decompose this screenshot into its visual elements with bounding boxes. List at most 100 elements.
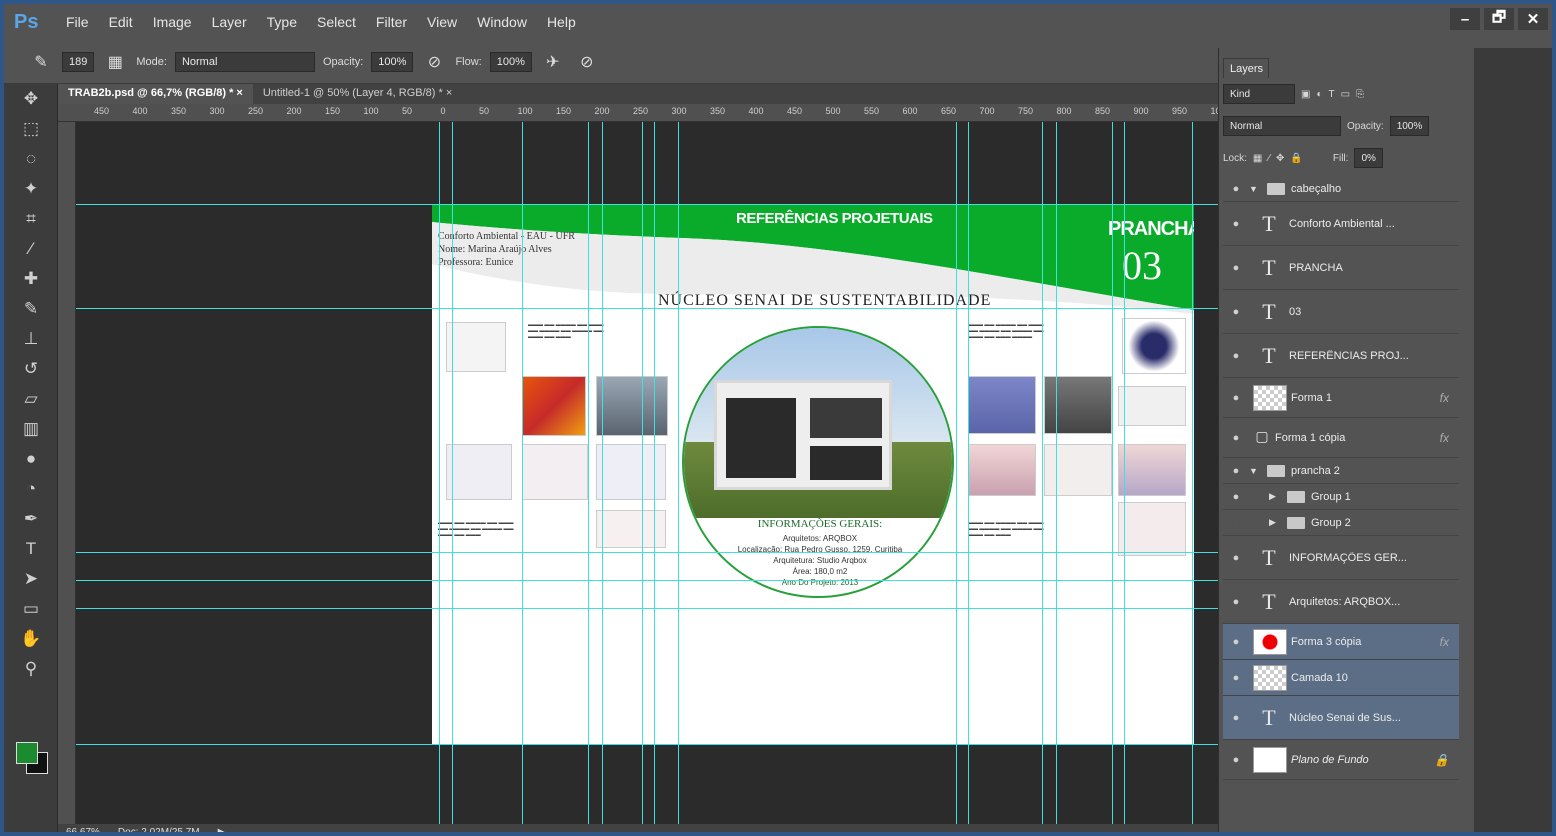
guide-line[interactable] [76, 552, 1218, 553]
menu-select[interactable]: Select [307, 14, 366, 30]
lasso-tool-icon[interactable]: ◌ [4, 144, 58, 174]
visibility-eye-icon[interactable]: ● [1223, 672, 1249, 684]
visibility-eye-icon[interactable]: ● [1223, 306, 1249, 318]
brush-size-picker[interactable]: 189 [62, 51, 95, 72]
layer-row[interactable]: ● T REFERÊNCIAS PROJ... [1223, 334, 1459, 378]
tab-trab2b[interactable]: TRAB2b.psd @ 66,7% (RGB/8) * × [58, 84, 253, 104]
menu-edit[interactable]: Edit [99, 14, 143, 30]
menu-image[interactable]: Image [143, 14, 202, 30]
fx-icon[interactable]: fx [1440, 635, 1449, 649]
guide-line[interactable] [1056, 122, 1057, 824]
shape-tool-icon[interactable]: ▭ [4, 594, 58, 624]
layer-row[interactable]: ● T Núcleo Senai de Sus... [1223, 696, 1459, 740]
healing-tool-icon[interactable]: ✚ [4, 264, 58, 294]
dodge-tool-icon[interactable]: ◔ [4, 474, 58, 504]
eyedropper-tool-icon[interactable]: ⁄ [4, 234, 58, 264]
pen-tool-icon[interactable]: ✒ [4, 504, 58, 534]
collapse-arrow-icon[interactable]: ▶ [1269, 491, 1281, 502]
guide-line[interactable] [654, 122, 655, 824]
layer-row[interactable]: ● T Conforto Ambiental ... [1223, 202, 1459, 246]
blur-tool-icon[interactable]: ● [4, 444, 58, 474]
lock-pixels-icon[interactable]: ▦ [1253, 153, 1262, 164]
guide-line[interactable] [452, 122, 453, 824]
guide-line[interactable] [76, 608, 1218, 609]
layer-row[interactable]: ● ▼ prancha 2 [1223, 458, 1459, 484]
layer-row[interactable]: ● Plano de Fundo 🔒 [1223, 740, 1459, 780]
layer-row[interactable]: □ ▶ Group 2 [1223, 510, 1459, 536]
guide-line[interactable] [678, 122, 679, 824]
layer-row[interactable]: ● ▼ cabeçalho [1223, 176, 1459, 202]
visibility-eye-icon[interactable]: ● [1223, 596, 1249, 608]
blend-mode-select[interactable]: Normal [1223, 116, 1341, 136]
filter-pixel-icon[interactable]: ▣ [1301, 89, 1310, 100]
guide-line[interactable] [1042, 122, 1043, 824]
foreground-color-swatch[interactable] [16, 742, 38, 764]
visibility-eye-icon[interactable]: ● [1223, 262, 1249, 274]
opacity-field[interactable]: 100% [371, 51, 414, 72]
layer-row[interactable]: ● ▢ Forma 1 cópia fx [1223, 418, 1459, 458]
fx-icon[interactable]: fx [1440, 431, 1449, 445]
visibility-eye-icon[interactable]: ● [1223, 636, 1249, 648]
tab-layers[interactable]: Layers [1223, 58, 1269, 78]
quick-select-tool-icon[interactable]: ✦ [4, 174, 58, 204]
visibility-eye-icon[interactable]: ● [1223, 754, 1249, 766]
move-tool-icon[interactable]: ✥ [4, 84, 58, 114]
layer-opacity-field[interactable]: 100% [1389, 116, 1430, 136]
menu-layer[interactable]: Layer [202, 14, 257, 30]
visibility-eye-icon[interactable]: ● [1223, 712, 1249, 724]
brush-tool-preset-icon[interactable]: ✎ [28, 49, 54, 75]
vertical-ruler[interactable] [58, 122, 76, 824]
guide-line[interactable] [642, 122, 643, 824]
zoom-tool-icon[interactable]: ⚲ [4, 654, 58, 684]
menu-filter[interactable]: Filter [366, 14, 417, 30]
mode-select[interactable]: Normal [174, 51, 315, 72]
layer-row[interactable]: ● T Arquitetos: ARQBOX... [1223, 580, 1459, 624]
zoom-level[interactable]: 66,67% [66, 827, 100, 833]
fill-field[interactable]: 0% [1354, 148, 1383, 168]
canvas-area[interactable]: REFERÊNCIAS PROJETUAIS PRANCHA 03 Confor… [76, 122, 1218, 824]
visibility-eye-icon[interactable]: ● [1223, 183, 1249, 195]
marquee-tool-icon[interactable]: ⬚ [4, 114, 58, 144]
document-page[interactable]: REFERÊNCIAS PROJETUAIS PRANCHA 03 Confor… [432, 204, 1194, 744]
tab-untitled-1[interactable]: Untitled-1 @ 50% (Layer 4, RGB/8) * × [253, 84, 462, 104]
type-tool-icon[interactable]: T [4, 534, 58, 564]
visibility-off-icon[interactable]: □ [1223, 517, 1249, 529]
layer-row[interactable]: ● Camada 10 [1223, 660, 1459, 696]
guide-line[interactable] [522, 122, 523, 824]
guide-line[interactable] [588, 122, 589, 824]
visibility-eye-icon[interactable]: ● [1223, 350, 1249, 362]
menu-window[interactable]: Window [467, 14, 537, 30]
close-button[interactable]: ✕ [1518, 8, 1548, 30]
lock-position-icon[interactable]: ✥ [1276, 153, 1284, 164]
flow-field[interactable]: 100% [489, 51, 532, 72]
kind-filter-select[interactable]: Kind [1223, 84, 1295, 104]
layer-row[interactable]: ● ▶ Group 1 [1223, 484, 1459, 510]
history-brush-icon[interactable]: ↺ [4, 354, 58, 384]
filter-adjust-icon[interactable]: ◐ [1316, 89, 1322, 100]
filter-smart-icon[interactable]: ⎘ [1356, 89, 1364, 100]
guide-line[interactable] [1124, 122, 1125, 824]
restore-button[interactable]: 🗗 [1484, 8, 1514, 30]
fx-icon[interactable]: fx [1440, 391, 1449, 405]
visibility-eye-icon[interactable]: ● [1223, 491, 1249, 503]
visibility-eye-icon[interactable]: ● [1223, 432, 1249, 444]
gradient-tool-icon[interactable]: ▥ [4, 414, 58, 444]
expand-arrow-icon[interactable]: ▼ [1249, 184, 1261, 194]
crop-tool-icon[interactable]: ⌗ [4, 204, 58, 234]
layer-row[interactable]: ● Forma 3 cópia fx [1223, 624, 1459, 660]
hand-tool-icon[interactable]: ✋ [4, 624, 58, 654]
visibility-eye-icon[interactable]: ● [1223, 218, 1249, 230]
pressure-opacity-icon[interactable]: ⊘ [421, 49, 447, 75]
guide-line[interactable] [602, 122, 603, 824]
layer-row[interactable]: ● T PRANCHA [1223, 246, 1459, 290]
filter-type-icon[interactable]: T [1329, 89, 1335, 100]
guide-line[interactable] [439, 122, 440, 824]
layer-row[interactable]: ● T INFORMAÇÕES GER... [1223, 536, 1459, 580]
minimize-button[interactable]: – [1450, 8, 1480, 30]
collapse-arrow-icon[interactable]: ▶ [1269, 517, 1281, 528]
brush-panel-icon[interactable]: ▦ [102, 49, 128, 75]
menu-type[interactable]: Type [257, 14, 307, 30]
eraser-tool-icon[interactable]: ▱ [4, 384, 58, 414]
lock-all-icon[interactable]: 🔒 [1290, 153, 1302, 164]
brush-tool-icon[interactable]: ✎ [4, 294, 58, 324]
